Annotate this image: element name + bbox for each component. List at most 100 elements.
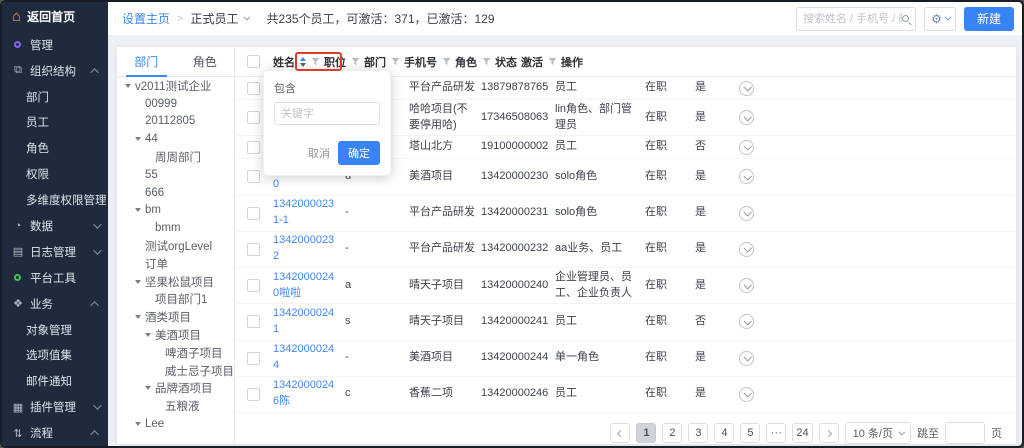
role-cell: solo角色 bbox=[555, 169, 645, 185]
page-button[interactable]: 24 bbox=[792, 423, 812, 443]
page-size-value: 10 条/页 bbox=[853, 425, 893, 441]
row-actions-icon[interactable] bbox=[739, 169, 754, 184]
row-actions-icon[interactable] bbox=[739, 351, 754, 366]
row-actions-icon[interactable] bbox=[739, 140, 754, 155]
jump-page-input[interactable] bbox=[945, 422, 985, 444]
app-window: ⌂ 返回首页 管理 ⧉ 组织结构 部门 bbox=[0, 0, 1024, 448]
row-checkbox[interactable] bbox=[247, 170, 260, 183]
chevron-icon bbox=[90, 68, 98, 76]
table-row: 13420000244 - 美酒项目 13420000244 单一角色 在职 是 bbox=[235, 341, 1016, 377]
row-checkbox[interactable] bbox=[247, 141, 260, 154]
sidebar-item[interactable]: 管理 bbox=[2, 32, 108, 58]
create-button[interactable]: 新建 bbox=[964, 7, 1014, 31]
filter-icon[interactable] bbox=[351, 57, 360, 66]
row-checkbox[interactable] bbox=[247, 315, 260, 328]
sidebar-item-label: 邮件通知 bbox=[26, 373, 72, 389]
filter-icon[interactable] bbox=[311, 57, 320, 66]
filter-cancel-button[interactable]: 取消 bbox=[308, 145, 330, 161]
sidebar-item[interactable]: ▦ 插件管理 bbox=[2, 394, 108, 420]
employee-name-link[interactable]: 13420000244 bbox=[273, 343, 334, 371]
row-actions-icon[interactable] bbox=[739, 278, 754, 293]
tab-role[interactable]: 角色 bbox=[176, 47, 235, 76]
row-actions-icon[interactable] bbox=[739, 242, 754, 257]
role-cell: 员工 bbox=[555, 314, 645, 330]
row-checkbox[interactable] bbox=[247, 111, 260, 124]
sidebar-item[interactable]: 多维度权限管理 bbox=[2, 187, 108, 213]
chevron-down-icon bbox=[898, 428, 905, 435]
page-button[interactable]: ··· bbox=[766, 423, 786, 443]
role-cell: 员工 bbox=[555, 386, 645, 402]
sidebar-item[interactable]: ◔ 数据 bbox=[2, 213, 108, 239]
column-label: 角色 bbox=[455, 54, 477, 70]
page-button[interactable]: 3 bbox=[688, 423, 708, 443]
row-actions-icon[interactable] bbox=[739, 110, 754, 125]
next-page-button[interactable] bbox=[819, 423, 839, 443]
chevron-icon bbox=[90, 301, 98, 309]
sidebar-item[interactable]: 选项值集 bbox=[2, 343, 108, 369]
breadcrumb-current[interactable]: 正式员工 bbox=[190, 10, 238, 27]
search-input[interactable] bbox=[803, 13, 902, 25]
sidebar-home-link[interactable]: ⌂ 返回首页 bbox=[2, 2, 108, 32]
sidebar-item[interactable]: 部门 bbox=[2, 84, 108, 110]
sidebar-item[interactable]: ⧉ 组织结构 bbox=[2, 58, 108, 84]
filter-confirm-button[interactable]: 确定 bbox=[338, 141, 380, 165]
sidebar-item[interactable]: 员工 bbox=[2, 110, 108, 136]
employee-name-link[interactable]: 13420000232 bbox=[273, 234, 334, 262]
employee-name-link[interactable]: 13420000231-1 bbox=[273, 198, 334, 226]
sidebar-item[interactable]: 邮件通知 bbox=[2, 368, 108, 394]
sort-icon[interactable] bbox=[300, 57, 306, 67]
row-checkbox[interactable] bbox=[247, 207, 260, 220]
position-cell: s bbox=[345, 314, 409, 330]
row-actions-icon[interactable] bbox=[739, 387, 754, 402]
row-checkbox[interactable] bbox=[247, 82, 260, 95]
row-actions-icon[interactable] bbox=[739, 81, 754, 96]
search-box bbox=[796, 7, 916, 31]
table-row: 13420000241 s 晴天子项目 13420000241 员工 在职 否 bbox=[235, 304, 1016, 340]
menu-icon: ⧉ bbox=[12, 64, 24, 77]
sidebar-item[interactable]: ▤ 日志管理 bbox=[2, 239, 108, 265]
filter-icon[interactable] bbox=[442, 57, 451, 66]
settings-dropdown-button[interactable]: ⚙ bbox=[924, 7, 956, 31]
filter-icon[interactable] bbox=[391, 57, 400, 66]
column-label: 部门 bbox=[364, 54, 386, 70]
row-checkbox[interactable] bbox=[247, 352, 260, 365]
breadcrumb-dropdown-icon[interactable] bbox=[244, 14, 251, 21]
breadcrumb-home-link[interactable]: 设置主页 bbox=[122, 10, 170, 27]
filter-icon[interactable] bbox=[548, 57, 557, 66]
employee-name-link[interactable]: 13420000240啦啦 bbox=[273, 271, 334, 299]
department-cell: 哈哈项目(不要停用哈) bbox=[409, 102, 481, 134]
page-button[interactable]: 4 bbox=[714, 423, 734, 443]
select-all-checkbox[interactable] bbox=[247, 55, 260, 68]
sidebar-item-label: 选项值集 bbox=[26, 347, 72, 363]
sidebar-item[interactable]: 平台工具 bbox=[2, 265, 108, 291]
row-checkbox[interactable] bbox=[247, 388, 260, 401]
sidebar-item[interactable]: 角色 bbox=[2, 135, 108, 161]
sidebar-item[interactable]: ⇅ 流程 bbox=[2, 420, 108, 446]
row-actions-icon[interactable] bbox=[739, 314, 754, 329]
phone-cell: 13420000231 bbox=[481, 205, 555, 221]
filter-condition-label: 包含 bbox=[274, 80, 380, 96]
column-label: 操作 bbox=[561, 54, 583, 70]
department-cell: 平台产品研发 bbox=[409, 205, 481, 221]
employee-name-link[interactable]: 13420000246陈 bbox=[273, 379, 334, 407]
column-header: 角色 bbox=[455, 54, 495, 70]
row-actions-icon[interactable] bbox=[739, 206, 754, 221]
row-checkbox[interactable] bbox=[247, 243, 260, 256]
employee-name-link[interactable]: 13420000241 bbox=[273, 307, 334, 335]
tab-department[interactable]: 部门 bbox=[117, 47, 176, 76]
filter-icon[interactable] bbox=[482, 57, 491, 66]
sidebar-item[interactable]: ❖ 业务 bbox=[2, 291, 108, 317]
filter-keyword-input[interactable] bbox=[274, 102, 380, 125]
page-size-select[interactable]: 10 条/页 bbox=[845, 422, 911, 444]
table-row: 13420000240啦啦 a 晴天子项目 13420000240 企业管理员、… bbox=[235, 268, 1016, 304]
page-button[interactable]: 5 bbox=[740, 423, 760, 443]
sidebar-item[interactable]: 权限 bbox=[2, 161, 108, 187]
home-icon: ⌂ bbox=[12, 9, 21, 24]
prev-page-button[interactable] bbox=[610, 423, 630, 443]
page-button[interactable]: 2 bbox=[662, 423, 682, 443]
sidebar-item[interactable]: 对象管理 bbox=[2, 317, 108, 343]
row-checkbox[interactable] bbox=[247, 279, 260, 292]
search-icon[interactable] bbox=[902, 15, 909, 22]
column-header: 状态 bbox=[495, 54, 521, 70]
page-button[interactable]: 1 bbox=[636, 423, 656, 443]
